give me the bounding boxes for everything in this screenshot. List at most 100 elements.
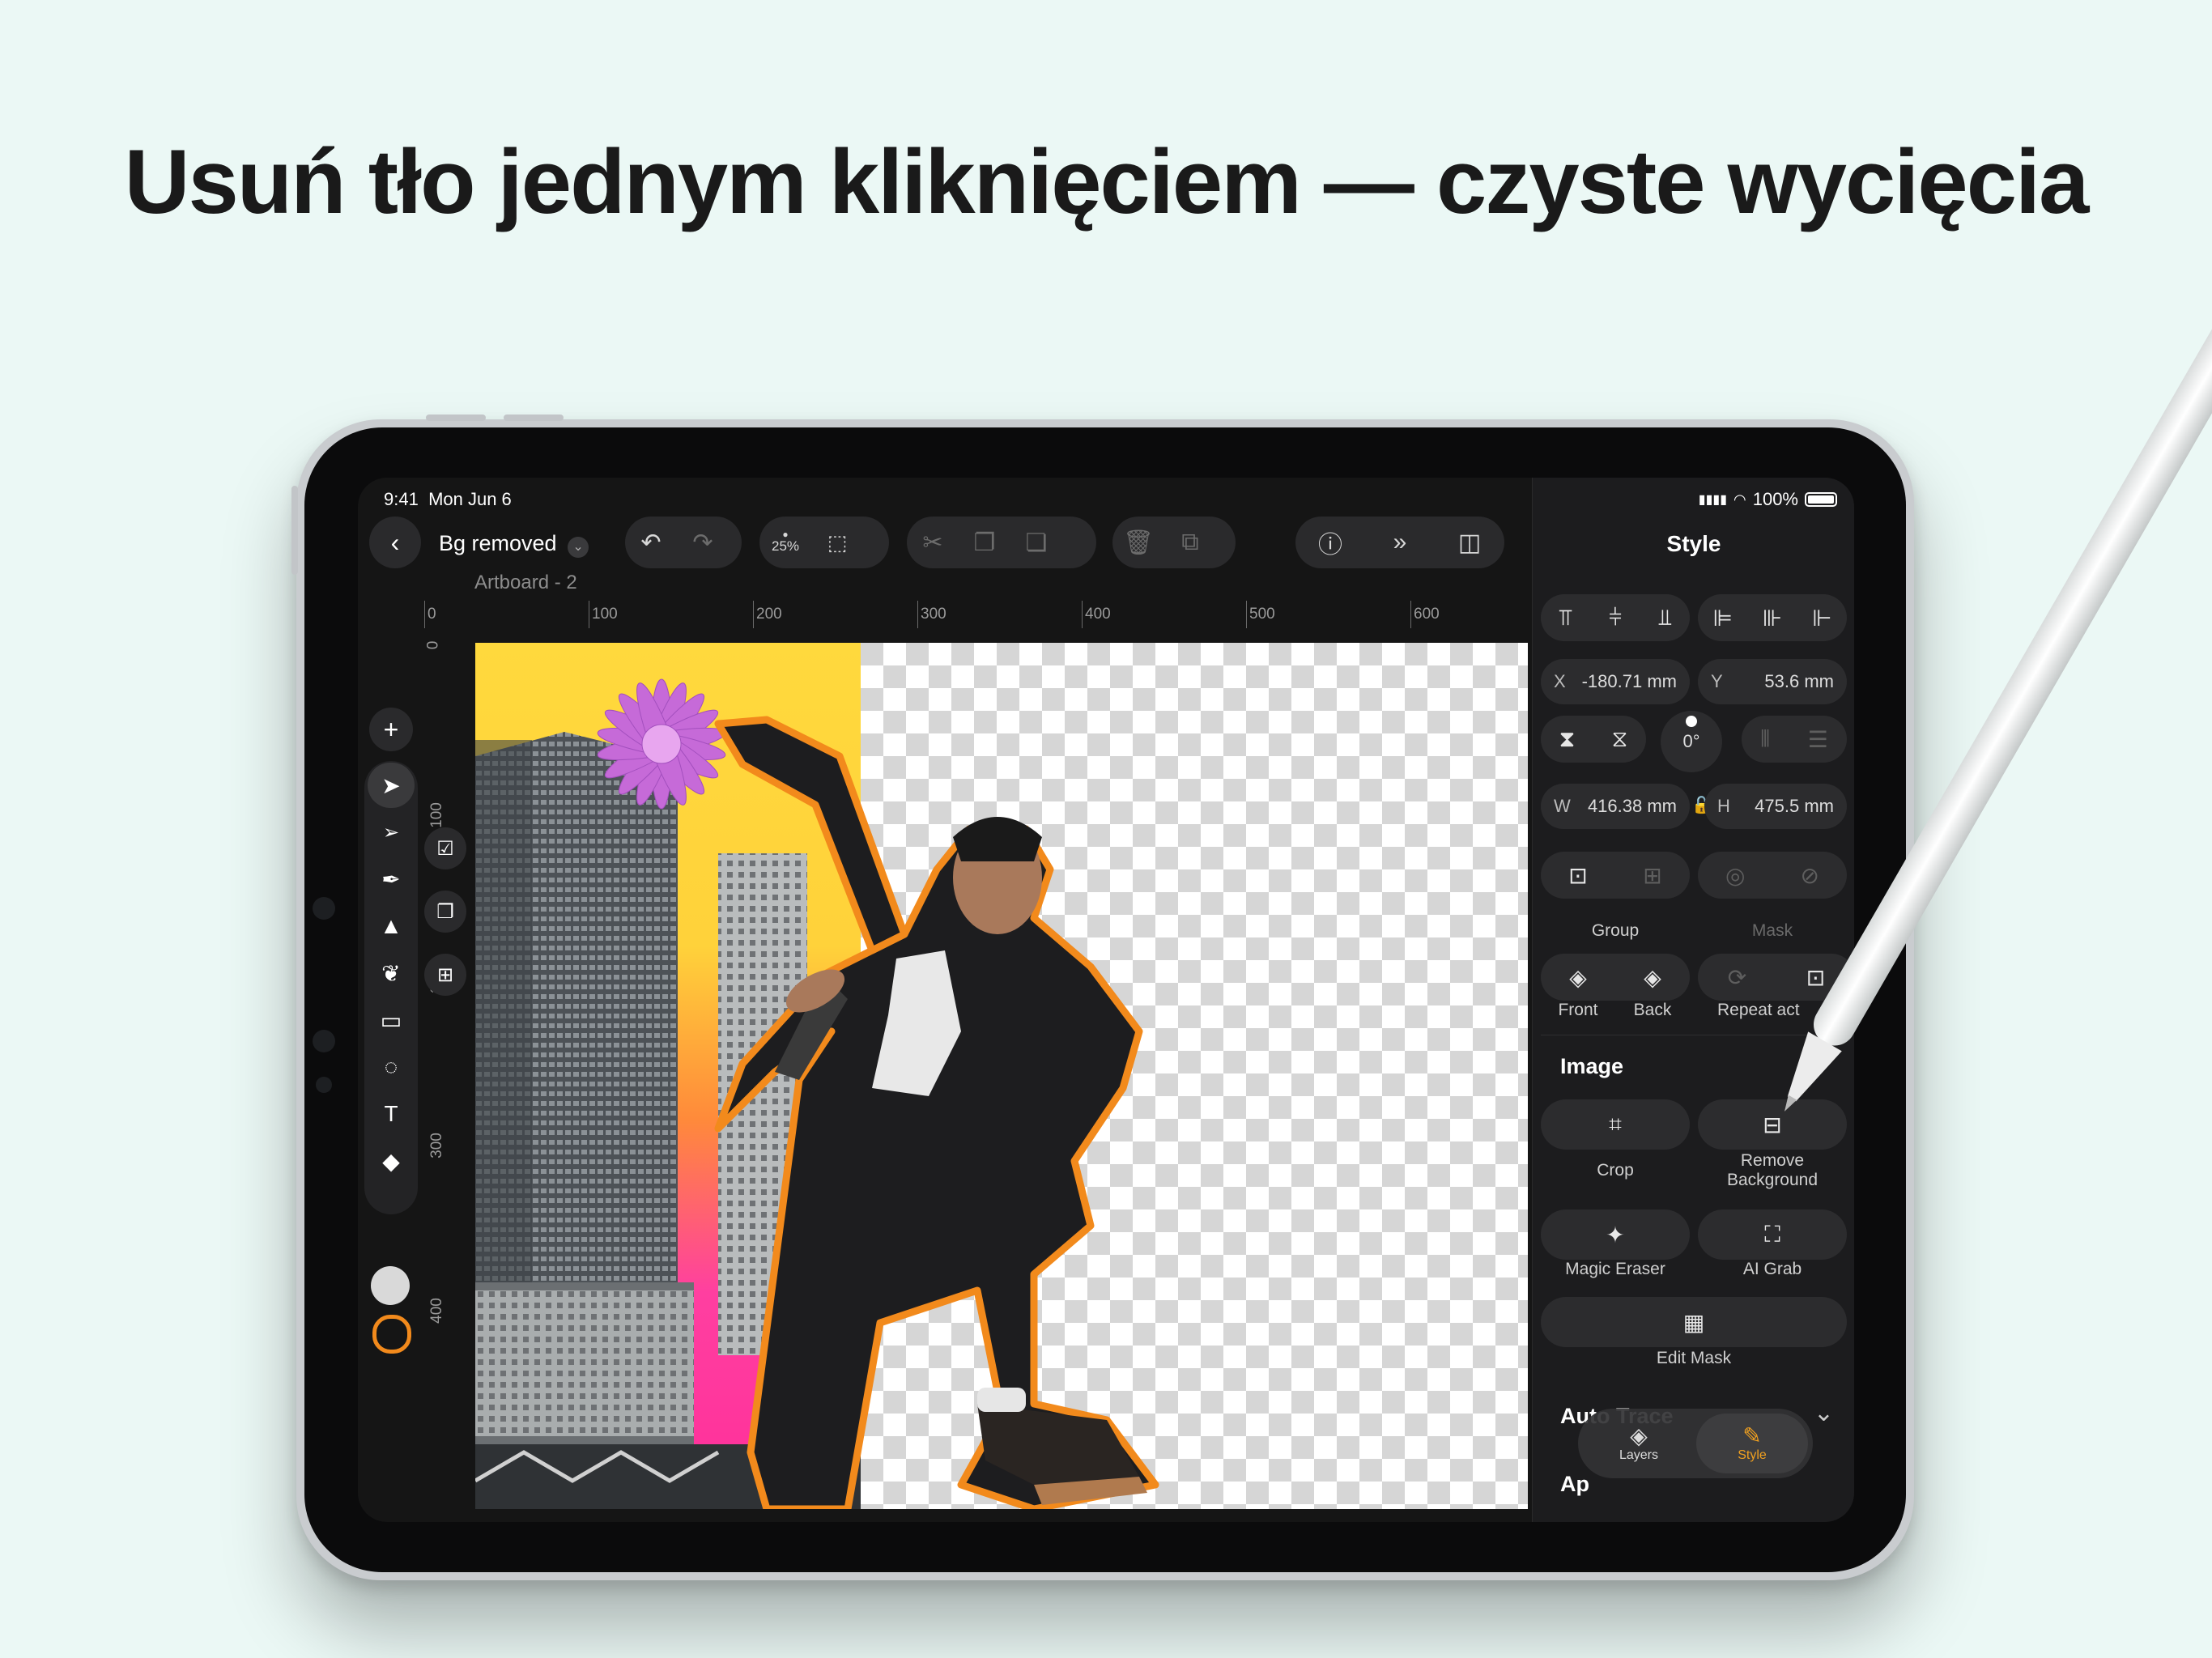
ungroup-icon[interactable]: ⊞	[1643, 862, 1661, 889]
y-position-field[interactable]: Y 53.6 mm	[1698, 659, 1847, 704]
checkerboard-mask-icon: ▦	[1682, 1309, 1705, 1335]
rectangle-tool-icon[interactable]: ▭	[364, 997, 418, 1043]
ai-grab-icon: ⛶	[1764, 1221, 1780, 1247]
artboard-label: Artboard - 2	[474, 572, 577, 593]
duplicate-icon[interactable]: ⧉	[1164, 517, 1216, 568]
magic-eraser-button[interactable]: ✦	[1541, 1209, 1690, 1260]
chevron-down-icon[interactable]: ⌄	[1814, 1399, 1834, 1427]
chevron-right-double-icon[interactable]: »	[1374, 517, 1426, 568]
status-icons: ▮▮▮▮ ◠ 100%	[1699, 489, 1837, 510]
magic-eraser-label: Magic Eraser	[1565, 1260, 1665, 1278]
signal-icon: ▮▮▮▮	[1698, 493, 1727, 507]
distribute-group: ⫴ ☰	[1742, 716, 1847, 763]
layers-icon: ◈	[1630, 1423, 1648, 1448]
trash-icon[interactable]: 🗑	[1112, 517, 1164, 568]
brush-tool-icon[interactable]: ❦	[364, 950, 418, 996]
volume-button	[504, 414, 564, 421]
copy-icon[interactable]: ❐	[959, 517, 1010, 568]
vertical-align-group: ⫪ ⫩ ⫫	[1541, 594, 1690, 641]
undo-icon[interactable]: ↶	[625, 517, 677, 568]
align-top-icon[interactable]: ⫪	[1559, 605, 1572, 631]
artboard-canvas[interactable]	[475, 643, 1528, 1509]
height-field[interactable]: H 475.5 mm	[1704, 784, 1847, 829]
ai-grab-button[interactable]: ⛶	[1698, 1209, 1847, 1260]
bottom-tab-bar: ◈ Layers ✎ Style	[1578, 1409, 1813, 1478]
sidebar-toggle-icon[interactable]: ◫	[1444, 517, 1495, 568]
panel-title: Style	[1666, 531, 1721, 556]
secondary-tools: ☑ ❐ ⊞	[424, 827, 471, 1017]
headline: Usuń tło jednym kliknięciem — czyste wyc…	[124, 131, 2090, 232]
edit-group: ✂ ❐ ❏	[907, 517, 1096, 568]
image-section-title: Image	[1560, 1054, 1624, 1078]
history-group: ↶ ↷	[625, 517, 742, 568]
paste-style-icon[interactable]: ❐	[424, 891, 466, 933]
select-tool-icon[interactable]: ➤	[368, 763, 415, 808]
redo-icon[interactable]: ↷	[677, 517, 729, 568]
flip-horizontal-icon[interactable]: ⧖	[1612, 726, 1628, 753]
crop-button[interactable]: ⌗	[1541, 1099, 1690, 1150]
camera-icon	[313, 897, 335, 920]
pen-tool-icon[interactable]: ✒	[364, 857, 418, 902]
align-left-icon[interactable]: ⊫	[1712, 605, 1732, 631]
document-title[interactable]: Bg removed ⌄	[439, 531, 589, 558]
wifi-icon: ◠	[1733, 491, 1746, 508]
cut-icon[interactable]: ✂	[907, 517, 959, 568]
select-all-icon[interactable]: ⬚	[811, 517, 863, 568]
add-button[interactable]: +	[369, 708, 413, 751]
remove-background-label: Remove Background	[1726, 1151, 1819, 1189]
group-label: Group	[1591, 921, 1640, 940]
remove-background-button[interactable]: ⊟	[1698, 1099, 1847, 1150]
app-screen: 9:41 Mon Jun 6 ‹ Bg removed ⌄ Artboard -…	[358, 478, 1854, 1522]
image-replace-icon[interactable]: ⊞	[424, 954, 466, 996]
eraser-tool-icon[interactable]: ◆	[364, 1138, 418, 1184]
align-bottom-icon[interactable]: ⫫	[1659, 605, 1672, 631]
flip-vertical-icon[interactable]: ⧗	[1559, 726, 1576, 753]
width-field[interactable]: W 416.38 mm	[1541, 784, 1690, 829]
send-back-icon[interactable]: ◈	[1644, 964, 1661, 991]
edit-mask-button[interactable]: ▦	[1541, 1297, 1847, 1347]
brush-icon: ✎	[1742, 1423, 1762, 1448]
direct-select-tool-icon[interactable]: ➢	[364, 810, 418, 855]
stroke-color-swatch[interactable]	[372, 1315, 411, 1354]
fill-color-swatch[interactable]	[371, 1266, 410, 1305]
mask-icon[interactable]: ◎	[1725, 862, 1745, 889]
mask-label: Mask	[1751, 921, 1793, 940]
volume-button	[426, 414, 486, 421]
bring-front-icon[interactable]: ◈	[1569, 964, 1587, 991]
group-icon[interactable]: ⊡	[1568, 862, 1587, 889]
horizontal-align-group: ⊫ ⊪ ⊩	[1698, 594, 1847, 641]
power-button	[291, 486, 298, 575]
battery-icon	[1805, 492, 1837, 507]
next-section-title: Ap	[1560, 1472, 1589, 1496]
dot-icon: ●	[782, 529, 789, 540]
clipboard-check-icon[interactable]: ☑	[424, 827, 466, 869]
text-tool-icon[interactable]: T	[364, 1091, 418, 1137]
unmask-icon[interactable]: ⊘	[1801, 862, 1819, 889]
mask-buttons: ◎ ⊘	[1698, 852, 1847, 899]
align-middle-icon[interactable]: ⫩	[1609, 605, 1622, 631]
distribute-vertical-icon[interactable]: ☰	[1808, 726, 1828, 753]
help-icon[interactable]: ⓘ	[1304, 517, 1356, 568]
delete-group: 🗑 ⧉	[1112, 517, 1236, 568]
distribute-horizontal-icon[interactable]: ⫴	[1760, 726, 1770, 753]
repeat-icon[interactable]: ⟳	[1728, 964, 1746, 991]
edit-mask-label: Edit Mask	[1656, 1349, 1732, 1367]
paste-icon[interactable]: ❏	[1010, 517, 1062, 568]
arrange-buttons: ◈ ◈	[1541, 954, 1690, 1001]
align-right-icon[interactable]: ⊩	[1812, 605, 1831, 631]
camera-icon	[313, 1030, 335, 1052]
fill-tool-icon[interactable]: ▲	[364, 903, 418, 949]
group-buttons: ⊡ ⊞	[1541, 852, 1690, 899]
lasso-tool-icon[interactable]: ◌	[364, 1044, 418, 1090]
x-position-field[interactable]: X -180.71 mm	[1541, 659, 1690, 704]
rotation-knob[interactable]	[1686, 716, 1697, 727]
align-center-icon[interactable]: ⊪	[1763, 605, 1782, 631]
tab-layers[interactable]: ◈ Layers	[1583, 1414, 1695, 1473]
tab-style[interactable]: ✎ Style	[1696, 1414, 1808, 1473]
zoom-button[interactable]: ● 25%	[759, 517, 811, 568]
back-button[interactable]: ‹	[369, 517, 421, 568]
back-label: Back	[1633, 1001, 1672, 1019]
repeat-action-icon[interactable]: ⊡	[1806, 964, 1825, 991]
person-cutout-image	[714, 716, 1159, 1509]
repeat-label: Repeat act	[1717, 1001, 1800, 1019]
